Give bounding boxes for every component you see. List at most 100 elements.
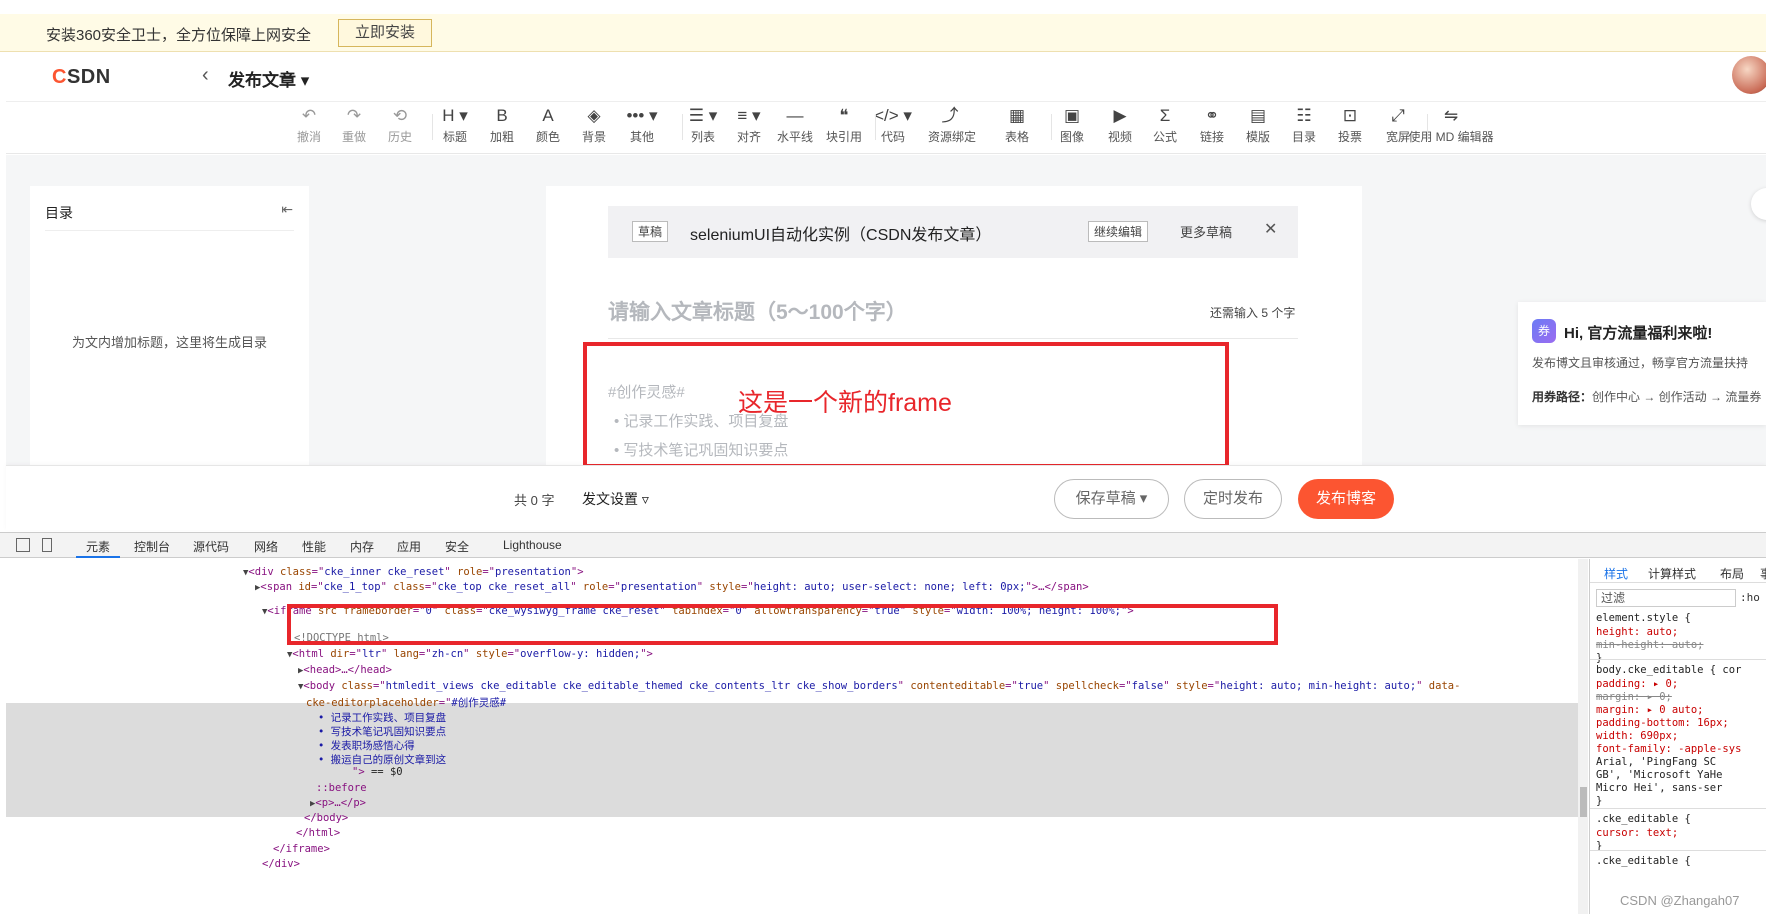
dom-token: " — [380, 648, 394, 660]
publish-bar: 共 0 字 发文设置 ▿ 保存草稿 ▾ 定时发布 发布博客 — [6, 465, 1766, 530]
dom-node-line[interactable]: </div> — [262, 858, 300, 870]
style-rule-line[interactable]: padding: ▸ 0; — [1596, 678, 1678, 690]
scrollbar-thumb[interactable] — [1580, 787, 1587, 817]
notification-bar: 安装360安全卫士，全方位保障上网安全 立即安装 — [0, 14, 1766, 52]
dom-node-line[interactable]: </iframe> — [273, 843, 330, 855]
devtools-tab[interactable]: 控制台 — [134, 538, 170, 555]
style-rule-line[interactable]: font-family: -apple-sys — [1596, 743, 1741, 755]
style-rule-line[interactable]: margin: ▸ 0 auto; — [1596, 704, 1703, 716]
csdn-logo[interactable]: CSDN — [52, 66, 111, 89]
collapse-list-icon[interactable]: ⇤ — [281, 201, 293, 218]
devtools-tab[interactable]: 内存 — [350, 538, 374, 555]
devtools-tab[interactable]: 元素 — [86, 538, 110, 555]
avatar[interactable] — [1732, 56, 1766, 94]
dom-node-line[interactable]: ▶<span id="cke_1_top" class="cke_top cke… — [255, 581, 1089, 593]
save-draft-button[interactable]: 保存草稿 ▾ — [1054, 479, 1169, 519]
toolbar-label: 模版 — [1245, 130, 1270, 144]
style-rule-line[interactable]: GB', 'Microsoft YaHe — [1596, 769, 1722, 781]
dom-node-line[interactable]: ▼<body class="htmledit_views cke_editabl… — [298, 680, 1460, 692]
toolbar-button[interactable]: ⤴ 资源绑定 — [928, 104, 976, 145]
toolbar-button[interactable]: ⟲ 历史 — [378, 104, 422, 145]
article-title-input[interactable]: 请输入文章标题（5～100个字） — [608, 296, 907, 326]
coupon-icon: 券 — [1532, 319, 1556, 343]
dom-node-line[interactable]: • 发表职场感悟心得 — [318, 738, 415, 753]
toolbar-button[interactable]: A 颜色 — [526, 104, 570, 145]
toolbar-button[interactable]: ☰ ▾ 列表 — [681, 104, 725, 145]
post-settings-button[interactable]: 发文设置 ▿ — [582, 489, 649, 509]
style-rule-line[interactable]: cursor: text; — [1596, 827, 1678, 839]
styles-tab[interactable]: 布局 — [1720, 565, 1744, 582]
toolbar-button[interactable]: ↶ 撤消 — [287, 104, 331, 145]
close-icon[interactable]: ✕ — [1264, 219, 1277, 239]
dom-token: =" — [507, 648, 521, 660]
toolbar-button[interactable]: </> ▾ 代码 — [871, 104, 915, 145]
dom-token: =" — [418, 648, 432, 660]
toolbar-button[interactable]: ↷ 重做 — [332, 104, 376, 145]
hover-state-toggle[interactable]: :ho — [1740, 591, 1760, 604]
styles-tab[interactable]: 事 — [1760, 565, 1766, 582]
style-rule-line[interactable]: width: 690px; — [1596, 730, 1678, 742]
install-button[interactable]: 立即安装 — [338, 19, 432, 47]
dom-node-line[interactable]: ▼<html dir="ltr" lang="zh-cn" style="ove… — [287, 648, 653, 660]
devtools-tab[interactable]: 源代码 — [193, 538, 229, 555]
dom-node-line[interactable]: cke-editorplaceholder="#创作灵感# — [306, 695, 506, 710]
style-rule-line[interactable]: min-height: auto; — [1596, 639, 1703, 651]
dom-node-line[interactable]: • 写技术笔记巩固知识要点 — [318, 724, 446, 739]
publish-button[interactable]: 发布博客 — [1298, 479, 1394, 519]
dom-node-line[interactable]: • 记录工作实践、项目复盘 — [318, 710, 446, 725]
dom-node-line[interactable]: </body> — [304, 812, 348, 824]
toolbar-label: 历史 — [387, 130, 412, 144]
toolbar-button[interactable]: ••• ▾ 其他 — [620, 104, 664, 145]
devtools-tab[interactable]: 安全 — [445, 538, 469, 555]
toolbar-button[interactable]: ▶ 视频 — [1098, 104, 1142, 145]
devtools-tab[interactable]: 应用 — [397, 538, 421, 555]
devtools-tab[interactable]: 网络 — [254, 538, 278, 555]
toolbar-button[interactable]: ⚭ 链接 — [1190, 104, 1234, 145]
style-rule-line[interactable]: margin: ▸ 0; — [1596, 691, 1672, 703]
inspect-icon[interactable] — [16, 538, 30, 552]
styles-tab[interactable]: 样式 — [1604, 565, 1628, 582]
draft-title[interactable]: seleniumUI自动化实例（CSDN发布文章） — [690, 221, 991, 245]
promo-card[interactable]: 券 Hi, 官方流量福利来啦! 发布博文且审核通过，畅享官方流量扶持 用券路径：… — [1518, 302, 1766, 425]
toolbar-button[interactable]: B 加粗 — [480, 104, 524, 145]
toolbar-button[interactable]: ☷ 目录 — [1282, 104, 1326, 145]
style-rule-line[interactable]: height: auto; — [1596, 626, 1678, 638]
dom-node-line[interactable]: ::before — [316, 782, 367, 794]
dom-node-line[interactable]: </html> — [296, 827, 340, 839]
dom-node-line[interactable]: "> == $0 — [352, 766, 403, 778]
toolbar-button[interactable]: ❝ 块引用 — [822, 104, 866, 145]
devtools-tab[interactable]: 性能 — [302, 538, 326, 555]
dom-node-line[interactable]: ▶<p>…</p> — [310, 797, 366, 809]
scrollbar[interactable] — [1578, 559, 1588, 914]
style-rule-line: .cke_editable { — [1596, 855, 1691, 867]
page-title[interactable]: 发布文章 ▾ — [228, 66, 309, 91]
toolbar-button[interactable]: ◈ 背景 — [572, 104, 616, 145]
dom-node-line[interactable]: ▶<head>…</head> — [298, 664, 392, 676]
style-text: min-height: auto; — [1596, 639, 1704, 651]
styles-filter-input[interactable]: 过滤 — [1596, 589, 1736, 607]
dom-token: #创作灵感# — [451, 697, 507, 709]
schedule-publish-button[interactable]: 定时发布 — [1184, 479, 1282, 519]
toolbar-button[interactable]: ― 水平线 — [773, 104, 817, 145]
dom-node-line[interactable]: • 搬运自己的原创文章到这 — [318, 752, 446, 767]
toolbar-button[interactable]: ▦ 表格 — [995, 104, 1039, 145]
devtools-tab[interactable]: Lighthouse — [503, 538, 562, 552]
toolbar-button[interactable]: ▤ 模版 — [1236, 104, 1280, 145]
toolbar-button[interactable]: ≡ ▾ 对齐 — [727, 104, 771, 145]
continue-edit-button[interactable]: 继续编辑 — [1088, 221, 1149, 242]
more-drafts-link[interactable]: 更多草稿 — [1180, 222, 1232, 241]
style-rule-line[interactable]: Arial, 'PingFang SC — [1596, 756, 1716, 768]
styles-tab[interactable]: 计算样式 — [1648, 565, 1696, 582]
toolbar-button[interactable]: Σ 公式 — [1143, 104, 1187, 145]
devtools-tabbar: 元素 控制台 源代码 网络 性能 内存 应用 安全 Lighthouse — [0, 532, 1766, 558]
dom-token: cke_top cke_reset_all — [437, 581, 571, 593]
style-rule-line[interactable]: Micro Hei', sans-ser — [1596, 782, 1722, 794]
device-toggle-icon[interactable] — [42, 538, 52, 552]
toolbar-button[interactable]: ⊡ 投票 — [1328, 104, 1372, 145]
dom-node-line[interactable]: ▼<div class="cke_inner cke_reset" role="… — [243, 566, 584, 578]
toolbar-button[interactable]: ▣ 图像 — [1050, 104, 1094, 145]
style-rule-line[interactable]: padding-bottom: 16px; — [1596, 717, 1729, 729]
chevron-left-icon[interactable]: ‹ — [202, 64, 209, 87]
toolbar-button[interactable]: H ▾ 标题 — [433, 104, 477, 145]
toolbar-button[interactable]: ⇋ 使用 MD 编辑器 — [1403, 104, 1499, 145]
